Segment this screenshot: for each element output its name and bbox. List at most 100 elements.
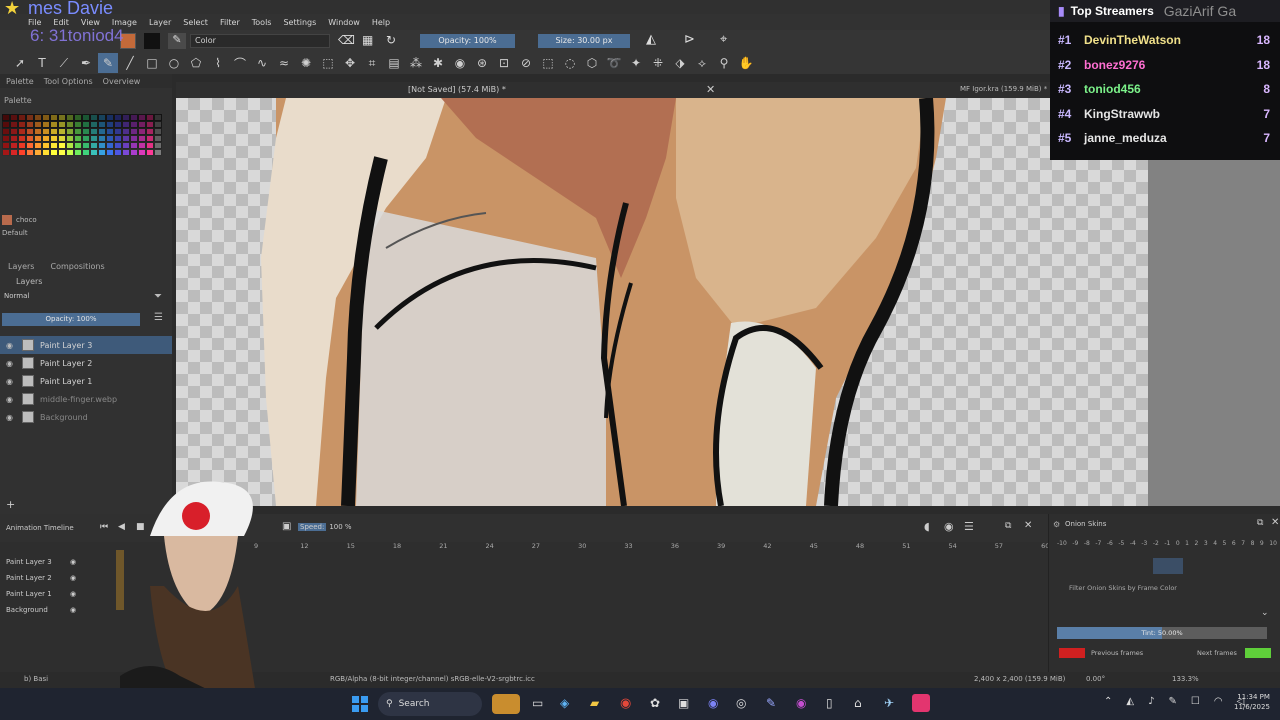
palette-swatch[interactable] (34, 149, 42, 156)
pen-icon[interactable]: ✎ (1168, 696, 1176, 707)
palette-swatch[interactable] (122, 142, 130, 149)
onion-frame-number[interactable]: 9 (1260, 540, 1264, 547)
mirror-horizontal-icon[interactable]: ◭ (646, 32, 656, 47)
palette-swatch[interactable] (42, 128, 50, 135)
mirror-vertical-icon[interactable]: ⊳ (684, 32, 695, 47)
palette-swatch[interactable] (106, 135, 114, 142)
palette-swatch[interactable] (90, 121, 98, 128)
tab-compositions[interactable]: Compositions (50, 262, 104, 274)
palette-swatch[interactable] (82, 114, 90, 121)
visibility-eye-icon[interactable]: ◉ (70, 590, 76, 598)
onion-frame-number[interactable]: 10 (1269, 540, 1277, 547)
palette-grid[interactable] (2, 114, 162, 156)
close-icon[interactable]: ✕ (706, 83, 715, 96)
copilot-icon[interactable]: ◈ (560, 696, 569, 710)
palette-swatch[interactable] (10, 149, 18, 156)
menu-help[interactable]: Help (372, 18, 390, 27)
next-frames-color[interactable] (1245, 648, 1271, 658)
palette-swatch[interactable] (2, 135, 10, 142)
polygon-tool-icon[interactable]: ⬠ (186, 53, 206, 73)
palette-swatch[interactable] (26, 135, 34, 142)
app-icon-4[interactable]: ▯ (826, 696, 833, 710)
palette-swatch[interactable] (10, 114, 18, 121)
palette-swatch[interactable] (66, 149, 74, 156)
palette-swatch[interactable] (74, 142, 82, 149)
palette-swatch[interactable] (146, 114, 154, 121)
magnetic-select-icon[interactable]: ⟡ (692, 53, 712, 73)
onion-frame-number[interactable]: -2 (1153, 540, 1159, 547)
layer-row[interactable]: ◉ Paint Layer 2 (0, 354, 172, 372)
assistant-tool-icon[interactable]: ⊡ (494, 53, 514, 73)
timeline-layer-row[interactable]: Paint Layer 2 ◉ (0, 570, 120, 586)
tray-icons[interactable]: ⌃ ◭ ♪ ✎ ☐ ◠ ◁ (1104, 696, 1244, 707)
palette-swatch[interactable] (26, 142, 34, 149)
layer-row[interactable]: ◉ Paint Layer 3 (0, 336, 172, 354)
tab-tool-options[interactable]: Tool Options (44, 77, 93, 86)
transform-tool-icon[interactable]: ⬚ (318, 53, 338, 73)
palette-swatch[interactable] (114, 142, 122, 149)
tint-slider[interactable]: Tint: 50.00% (1057, 627, 1267, 639)
palette-swatch[interactable] (74, 128, 82, 135)
palette-swatch[interactable] (50, 142, 58, 149)
taskbar-search[interactable]: ⚲ Search (378, 692, 482, 716)
color-sampler-icon[interactable]: ⁂ (406, 53, 426, 73)
similar-select-icon[interactable]: ⁜ (648, 53, 668, 73)
smart-patch-icon[interactable]: ✱ (428, 53, 448, 73)
palette-swatch[interactable] (82, 142, 90, 149)
palette-swatch[interactable] (2, 149, 10, 156)
onion-frame-number[interactable]: -6 (1107, 540, 1113, 547)
tab-overview[interactable]: Overview (103, 77, 141, 86)
wrap-around-icon[interactable]: ⌖ (720, 32, 727, 47)
layer-row[interactable]: ◉ Background (0, 408, 172, 426)
visibility-eye-icon[interactable]: ◉ (70, 574, 76, 582)
palette-swatch[interactable] (26, 121, 34, 128)
volume-icon[interactable]: ◉ (944, 520, 954, 533)
palette-swatch[interactable] (42, 142, 50, 149)
palette-swatch[interactable] (122, 121, 130, 128)
menu-layer[interactable]: Layer (149, 18, 171, 27)
rectangle-tool-icon[interactable]: □ (142, 53, 162, 73)
onion-frame-number[interactable]: -8 (1084, 540, 1090, 547)
windows-start-icon[interactable] (352, 696, 368, 712)
palette-swatch[interactable] (114, 128, 122, 135)
palette-swatch[interactable] (2, 128, 10, 135)
palette-swatch[interactable] (154, 149, 162, 156)
calligraphy-icon[interactable]: ✒ (76, 53, 96, 73)
palette-swatch[interactable] (58, 142, 66, 149)
blend-mode-dropdown[interactable]: Normal (2, 292, 148, 304)
layers-menu-icon[interactable]: ☰ (154, 312, 163, 323)
palette-swatch[interactable] (98, 149, 106, 156)
crop-tool-icon[interactable]: ⌗ (362, 53, 382, 73)
onion-frame-number[interactable]: -1 (1164, 540, 1170, 547)
app-icon-3[interactable]: ◉ (796, 696, 806, 710)
palette-swatch[interactable] (82, 121, 90, 128)
zoom-tool-icon[interactable]: ⚲ (714, 53, 734, 73)
palette-swatch[interactable] (154, 121, 162, 128)
palette-swatch[interactable] (66, 142, 74, 149)
palette-swatch[interactable] (50, 135, 58, 142)
palette-swatch[interactable] (26, 114, 34, 121)
palette-swatch[interactable] (34, 121, 42, 128)
onion-frame-number[interactable]: 5 (1223, 540, 1227, 547)
opacity-slider[interactable]: Opacity: 100% (420, 34, 515, 48)
microphone-icon[interactable]: ♪ (1148, 696, 1154, 707)
layer-row[interactable]: ◉ Paint Layer 1 (0, 372, 172, 390)
onion-frame-number[interactable]: 3 (1204, 540, 1208, 547)
visibility-eye-icon[interactable]: ◉ (6, 413, 16, 422)
app-icon-5[interactable]: ⌂ (854, 696, 862, 710)
palette-swatch[interactable] (18, 135, 26, 142)
palette-swatch[interactable] (154, 135, 162, 142)
menu-window[interactable]: Window (328, 18, 360, 27)
audio-icon[interactable]: ◖ (924, 520, 930, 533)
palette-swatch[interactable] (98, 114, 106, 121)
tab-palette[interactable]: Palette (6, 77, 34, 86)
palette-swatch[interactable] (90, 149, 98, 156)
onion-frame-number[interactable]: -4 (1130, 540, 1136, 547)
palette-swatch[interactable] (138, 128, 146, 135)
timeline-menu-icon[interactable]: ☰ (964, 520, 974, 533)
palette-swatch[interactable] (122, 114, 130, 121)
palette-swatch[interactable] (18, 142, 26, 149)
palette-swatch[interactable] (122, 149, 130, 156)
onion-frame-number[interactable]: 4 (1213, 540, 1217, 547)
visibility-eye-icon[interactable]: ◉ (70, 558, 76, 566)
